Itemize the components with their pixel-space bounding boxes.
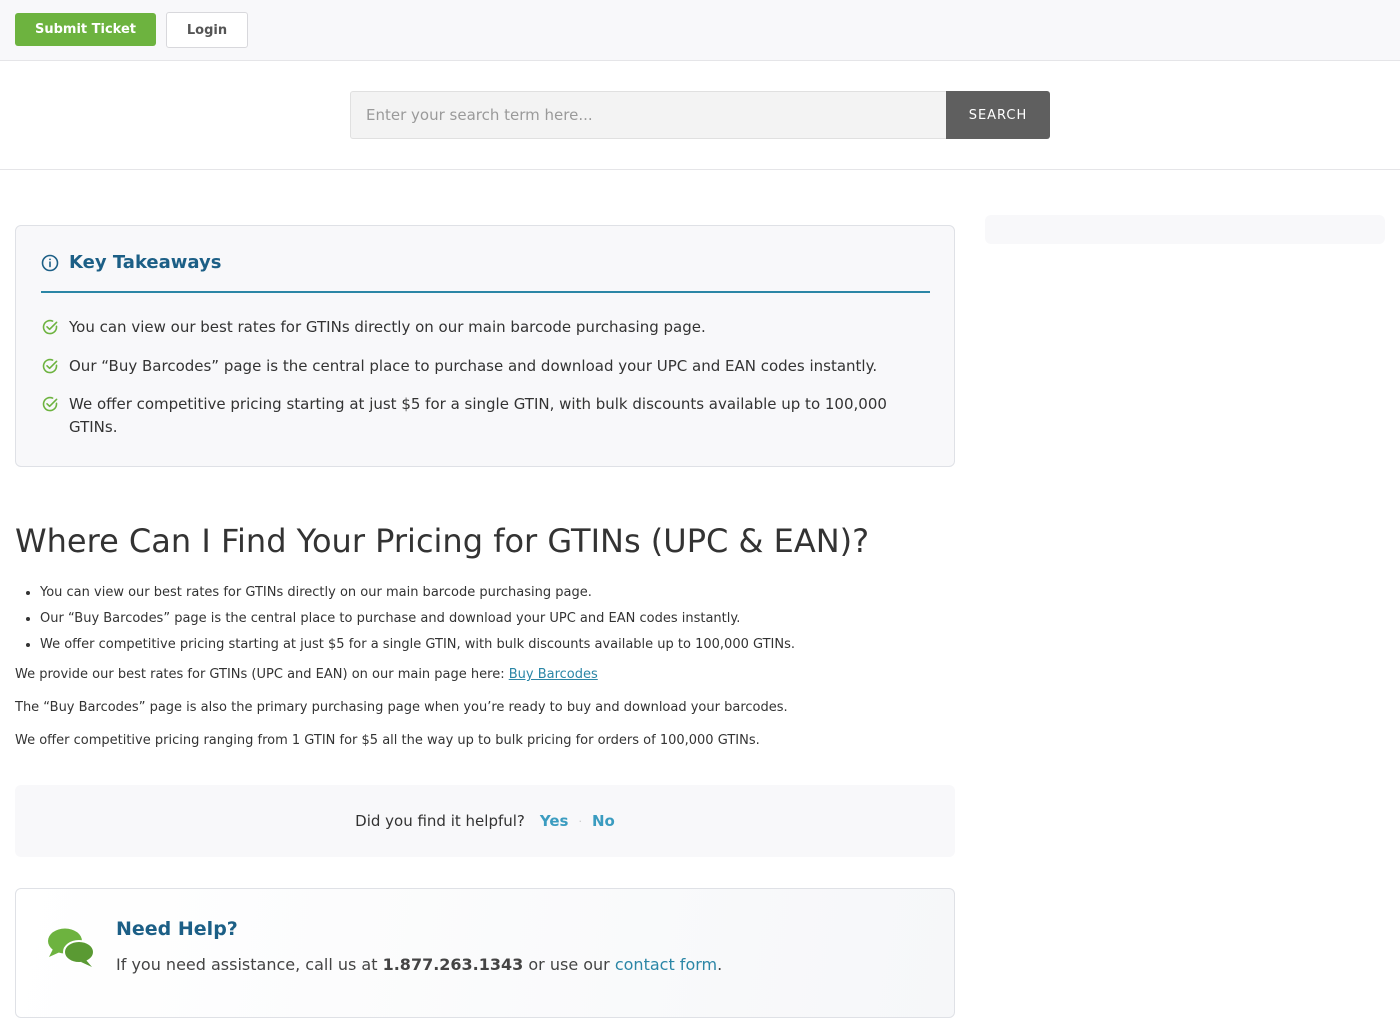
list-item: You can view our best rates for GTINs di… <box>40 580 795 606</box>
need-help-text-middle: or use our <box>523 955 615 974</box>
key-takeaways-title: Key Takeaways <box>69 252 222 273</box>
list-item: We offer competitive pricing starting at… <box>40 632 795 658</box>
need-help-title: Need Help? <box>116 918 238 940</box>
search-input[interactable] <box>350 91 947 139</box>
sidebar-panel <box>985 215 1385 244</box>
search-bar: SEARCH <box>0 61 1400 170</box>
need-help-text-before: If you need assistance, call us at <box>116 955 383 974</box>
search-button[interactable]: SEARCH <box>946 91 1050 139</box>
contact-form-link[interactable]: contact form <box>615 955 717 974</box>
takeaway-item: We offer competitive pricing starting at… <box>41 393 921 439</box>
list-item: Our “Buy Barcodes” page is the central p… <box>40 606 795 632</box>
article-paragraph: We offer competitive pricing ranging fro… <box>15 733 760 748</box>
need-help-box: Need Help? If you need assistance, call … <box>15 888 955 1018</box>
need-help-text: If you need assistance, call us at 1.877… <box>116 955 722 974</box>
takeaway-item: You can view our best rates for GTINs di… <box>41 316 921 339</box>
article-paragraph: The “Buy Barcodes” page is also the prim… <box>15 700 788 715</box>
takeaway-text: You can view our best rates for GTINs di… <box>69 318 706 336</box>
top-bar: Submit Ticket Login <box>0 0 1400 61</box>
takeaway-text: Our “Buy Barcodes” page is the central p… <box>69 357 878 375</box>
paragraph-text: We provide our best rates for GTINs (UPC… <box>15 667 509 682</box>
phone-number: 1.877.263.1343 <box>382 955 524 974</box>
need-help-text-after: . <box>717 955 723 974</box>
feedback-no-button[interactable]: No <box>592 812 615 830</box>
article-title: Where Can I Find Your Pricing for GTINs … <box>15 522 870 560</box>
check-circle-icon <box>42 396 58 412</box>
feedback-box: Did you find it helpful? Yes · No <box>15 785 955 857</box>
takeaway-text: We offer competitive pricing starting at… <box>69 395 887 436</box>
check-circle-icon <box>42 358 58 374</box>
login-button[interactable]: Login <box>166 12 248 48</box>
takeaway-item: Our “Buy Barcodes” page is the central p… <box>41 355 921 378</box>
submit-ticket-button[interactable]: Submit Ticket <box>15 13 156 46</box>
article-bullet-list: You can view our best rates for GTINs di… <box>40 580 795 658</box>
feedback-separator: · <box>578 814 582 828</box>
key-takeaways-header: Key Takeaways <box>41 252 221 273</box>
key-takeaways-box: Key Takeaways You can view our best rate… <box>15 225 955 467</box>
divider <box>41 291 930 293</box>
feedback-yes-button[interactable]: Yes <box>540 812 569 830</box>
buy-barcodes-link[interactable]: Buy Barcodes <box>509 667 598 682</box>
chat-bubbles-icon <box>48 928 95 967</box>
info-icon <box>41 254 59 271</box>
feedback-question: Did you find it helpful? <box>355 812 525 830</box>
check-circle-icon <box>42 319 58 335</box>
article-paragraph: We provide our best rates for GTINs (UPC… <box>15 667 598 682</box>
